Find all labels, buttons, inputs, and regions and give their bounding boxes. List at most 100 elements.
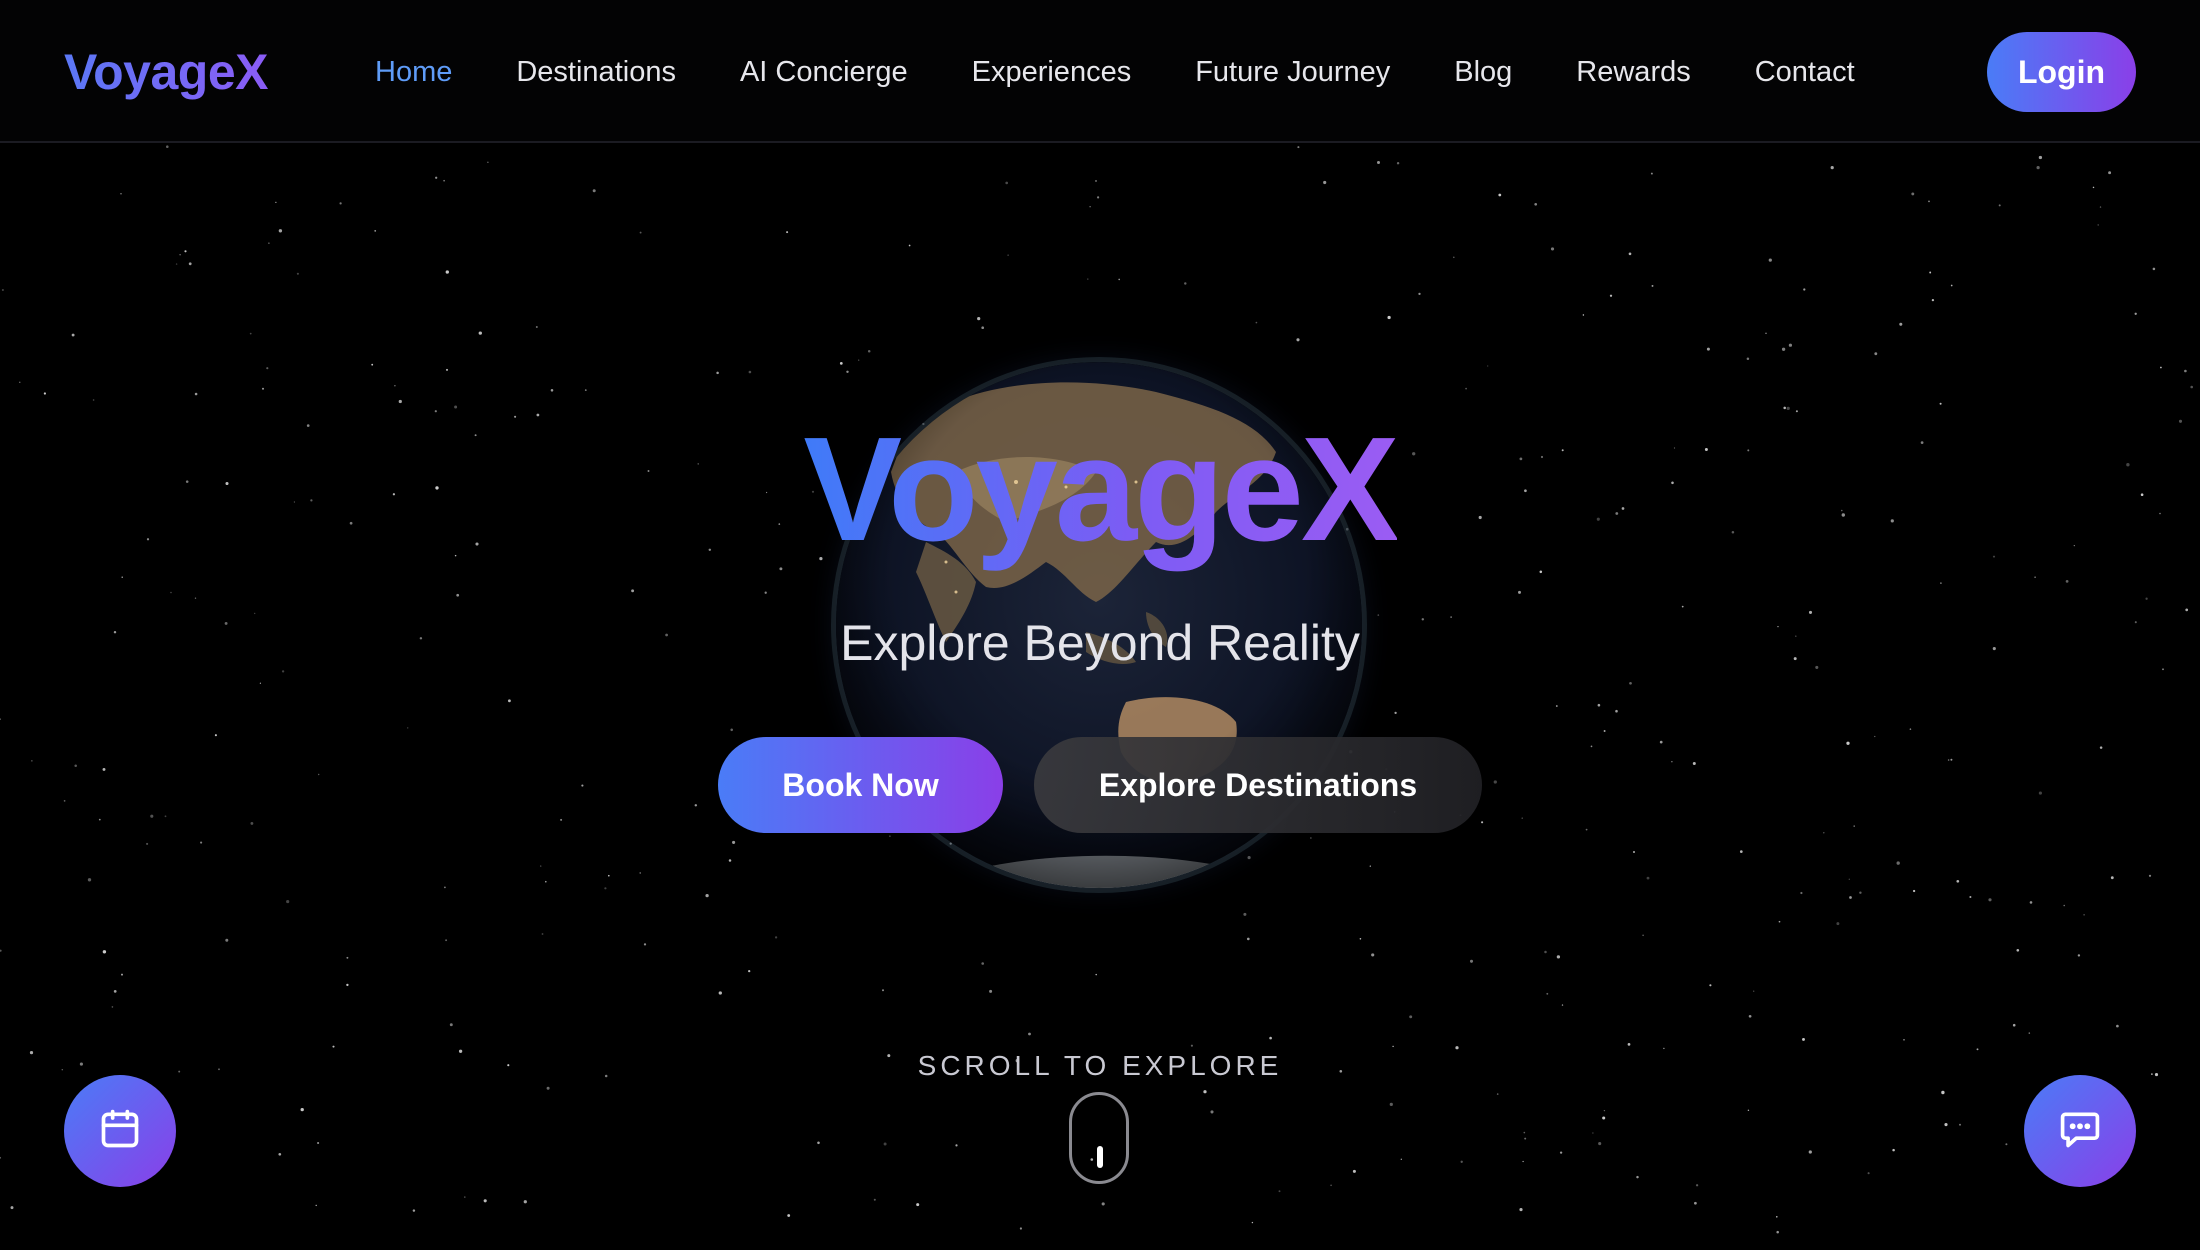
star-dot <box>1646 876 1650 880</box>
nav-item-blog[interactable]: Blog <box>1454 56 1512 89</box>
star-dot <box>1556 955 1561 959</box>
star-dot <box>0 1156 2 1159</box>
scroll-mouse-icon[interactable] <box>1069 1092 1129 1184</box>
star-dot <box>225 938 229 942</box>
login-button[interactable]: Login <box>1987 32 2136 112</box>
star-dot <box>1496 1093 1499 1095</box>
star-dot <box>406 727 409 729</box>
star-dot <box>1 288 4 292</box>
star-dot <box>1007 254 1009 256</box>
book-now-button[interactable]: Book Now <box>718 737 1003 833</box>
star-dot <box>1651 284 1654 287</box>
star-dot <box>1184 282 1187 285</box>
star-dot <box>730 728 733 732</box>
star-dot <box>1947 759 1950 761</box>
star-dot <box>2034 576 2036 579</box>
star-dot <box>1781 347 1786 351</box>
star-dot <box>977 317 981 321</box>
star-dot <box>214 734 217 737</box>
nav-item-destinations[interactable]: Destinations <box>516 56 676 89</box>
star-dot <box>1297 146 1300 149</box>
star-dot <box>2036 166 2040 170</box>
star-dot <box>1603 1109 1606 1112</box>
star-dot <box>1800 891 1803 895</box>
star-dot <box>275 201 277 203</box>
star-dot <box>1487 365 1489 367</box>
star-dot <box>166 145 169 148</box>
star-dot <box>916 1203 920 1207</box>
star-dot <box>262 387 264 390</box>
star-dot <box>121 973 123 976</box>
mouse-wheel-indicator <box>1097 1146 1103 1168</box>
star-dot <box>846 370 849 374</box>
nav-item-home[interactable]: Home <box>375 56 452 89</box>
star-dot <box>643 943 647 946</box>
nav-item-contact[interactable]: Contact <box>1755 56 1855 89</box>
star-dot <box>1597 703 1601 707</box>
star-dot <box>1956 879 1960 883</box>
star-dot <box>394 384 396 387</box>
star-dot <box>873 1198 876 1201</box>
explore-destinations-button[interactable]: Explore Destinations <box>1034 737 1482 833</box>
star-dot <box>546 1086 550 1090</box>
star-dot <box>445 368 449 371</box>
star-dot <box>1823 832 1825 834</box>
star-dot <box>839 362 843 365</box>
calendar-fab-button[interactable] <box>64 1075 176 1187</box>
star-dot <box>867 350 871 353</box>
star-dot <box>164 815 167 818</box>
star-dot <box>774 936 778 939</box>
star-dot <box>1746 357 1750 361</box>
star-dot <box>1498 193 1502 197</box>
star-dot <box>1251 1221 1254 1224</box>
star-dot <box>74 764 77 768</box>
nav-item-rewards[interactable]: Rewards <box>1576 56 1690 89</box>
brand-logo[interactable]: VoyageX <box>64 38 269 106</box>
star-dot <box>1409 1015 1413 1019</box>
star-dot <box>1243 912 1247 916</box>
star-dot <box>1269 1036 1272 1040</box>
star-dot <box>550 389 554 392</box>
star-dot <box>2148 874 2152 877</box>
star-dot <box>435 176 438 179</box>
star-dot <box>2134 312 2137 315</box>
star-dot <box>1392 1045 1394 1048</box>
star-dot <box>604 887 607 890</box>
star-dot <box>631 589 635 593</box>
star-dot <box>1028 1032 1031 1036</box>
star-dot <box>1561 1004 1564 1006</box>
star-dot <box>1765 332 1767 334</box>
hero-subtitle: Explore Beyond Reality <box>840 615 1360 671</box>
star-dot <box>989 989 993 993</box>
star-dot <box>1944 1123 1948 1127</box>
star-dot <box>1849 896 1852 899</box>
nav-item-ai-concierge[interactable]: AI Concierge <box>740 56 908 89</box>
star-dot <box>1096 196 1100 199</box>
star-dot <box>1559 1151 1563 1154</box>
star-dot <box>608 874 610 877</box>
calendar-icon <box>98 1107 142 1156</box>
star-dot <box>445 939 448 942</box>
star-dot <box>1778 920 1781 923</box>
star-dot <box>1950 284 1953 287</box>
star-dot <box>1602 1116 1606 1120</box>
nav-item-experiences[interactable]: Experiences <box>972 56 1132 89</box>
star-dot <box>113 990 117 993</box>
star-dot <box>507 699 511 703</box>
star-dot <box>374 230 377 232</box>
star-dot <box>1371 953 1375 957</box>
star-dot <box>1387 315 1391 320</box>
star-dot <box>1671 761 1673 763</box>
star-dot <box>718 991 722 995</box>
chat-fab-button[interactable] <box>2024 1075 2136 1187</box>
star-dot <box>332 1045 335 1048</box>
star-dot <box>1585 828 1588 831</box>
star-dot <box>1521 817 1523 819</box>
star-dot <box>2184 369 2187 373</box>
star-dot <box>1493 780 1497 784</box>
nav-item-future-journey[interactable]: Future Journey <box>1195 56 1390 89</box>
star-dot <box>456 593 460 597</box>
star-dot <box>184 250 187 253</box>
star-dot <box>1747 1109 1750 1112</box>
star-dot <box>1776 1216 1778 1218</box>
